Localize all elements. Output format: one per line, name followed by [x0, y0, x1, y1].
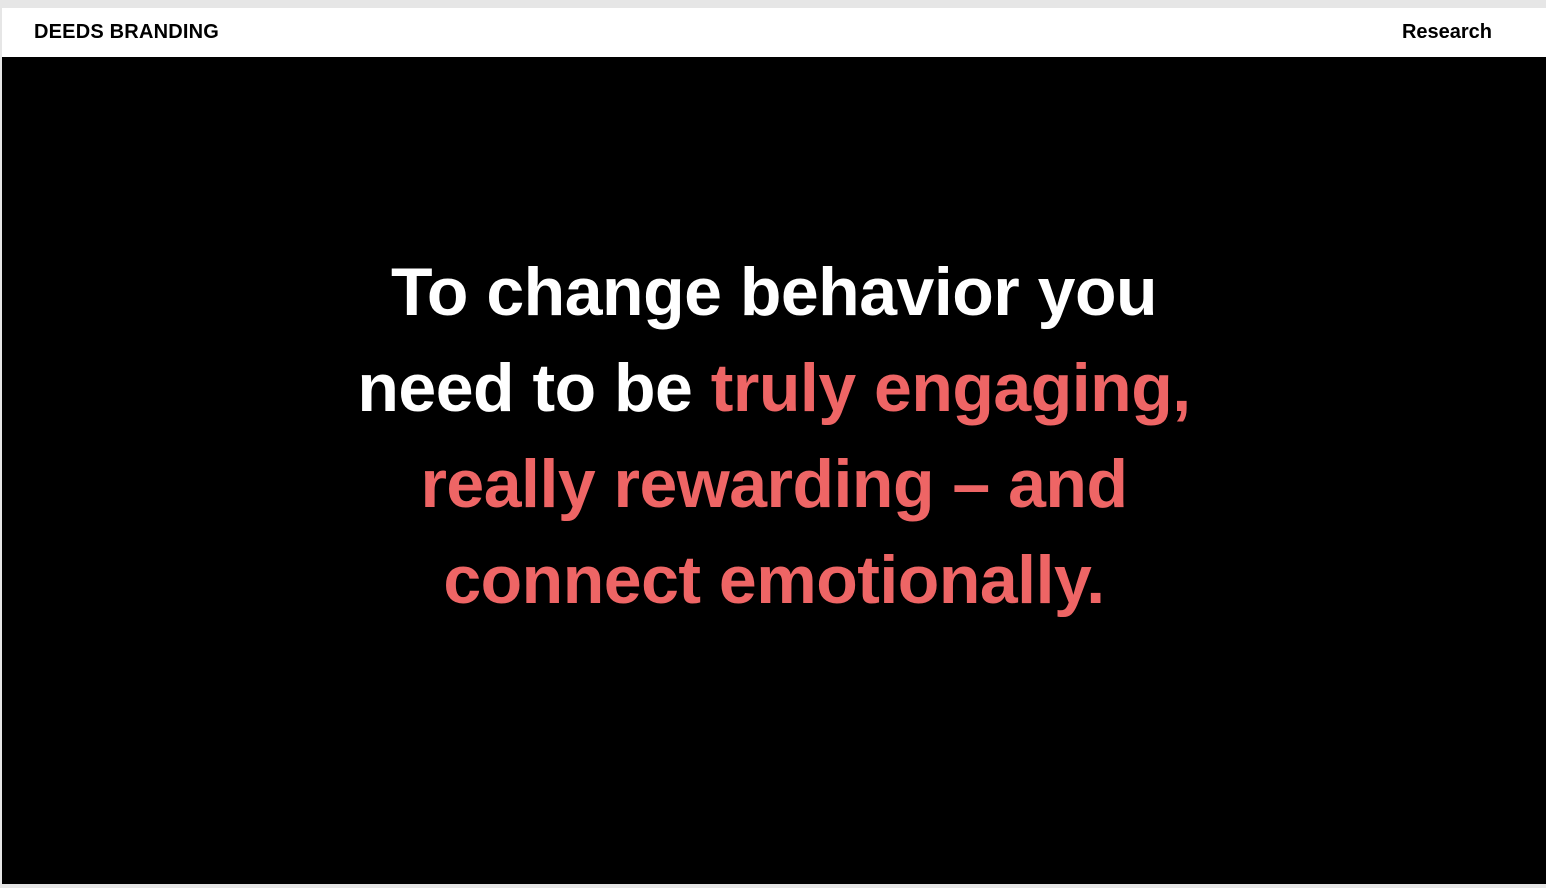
quote-line-2: need to be truly engaging,	[357, 340, 1191, 436]
hero-quote: To change behavior you need to be truly …	[357, 244, 1191, 628]
site-header: DEEDS BRANDING Research	[2, 8, 1546, 57]
brand-logo-link[interactable]: DEEDS BRANDING	[34, 21, 219, 44]
quote-line-2-accent: truly engaging,	[710, 349, 1191, 426]
quote-line-2-plain: need to be	[357, 349, 711, 426]
quote-line-4-accent: connect emotionally.	[443, 541, 1105, 618]
page-frame: DEEDS BRANDING Research To change behavi…	[2, 8, 1546, 884]
hero-section: To change behavior you need to be truly …	[2, 57, 1546, 884]
quote-line-1-plain: To change behavior you	[390, 253, 1158, 330]
quote-line-4: connect emotionally.	[357, 532, 1190, 628]
quote-line-3: really rewarding – and	[357, 436, 1190, 532]
quote-line-3-accent: really rewarding – and	[420, 445, 1128, 522]
nav-link-research[interactable]: Research	[1402, 21, 1492, 44]
quote-line-1: To change behavior you	[357, 244, 1190, 340]
